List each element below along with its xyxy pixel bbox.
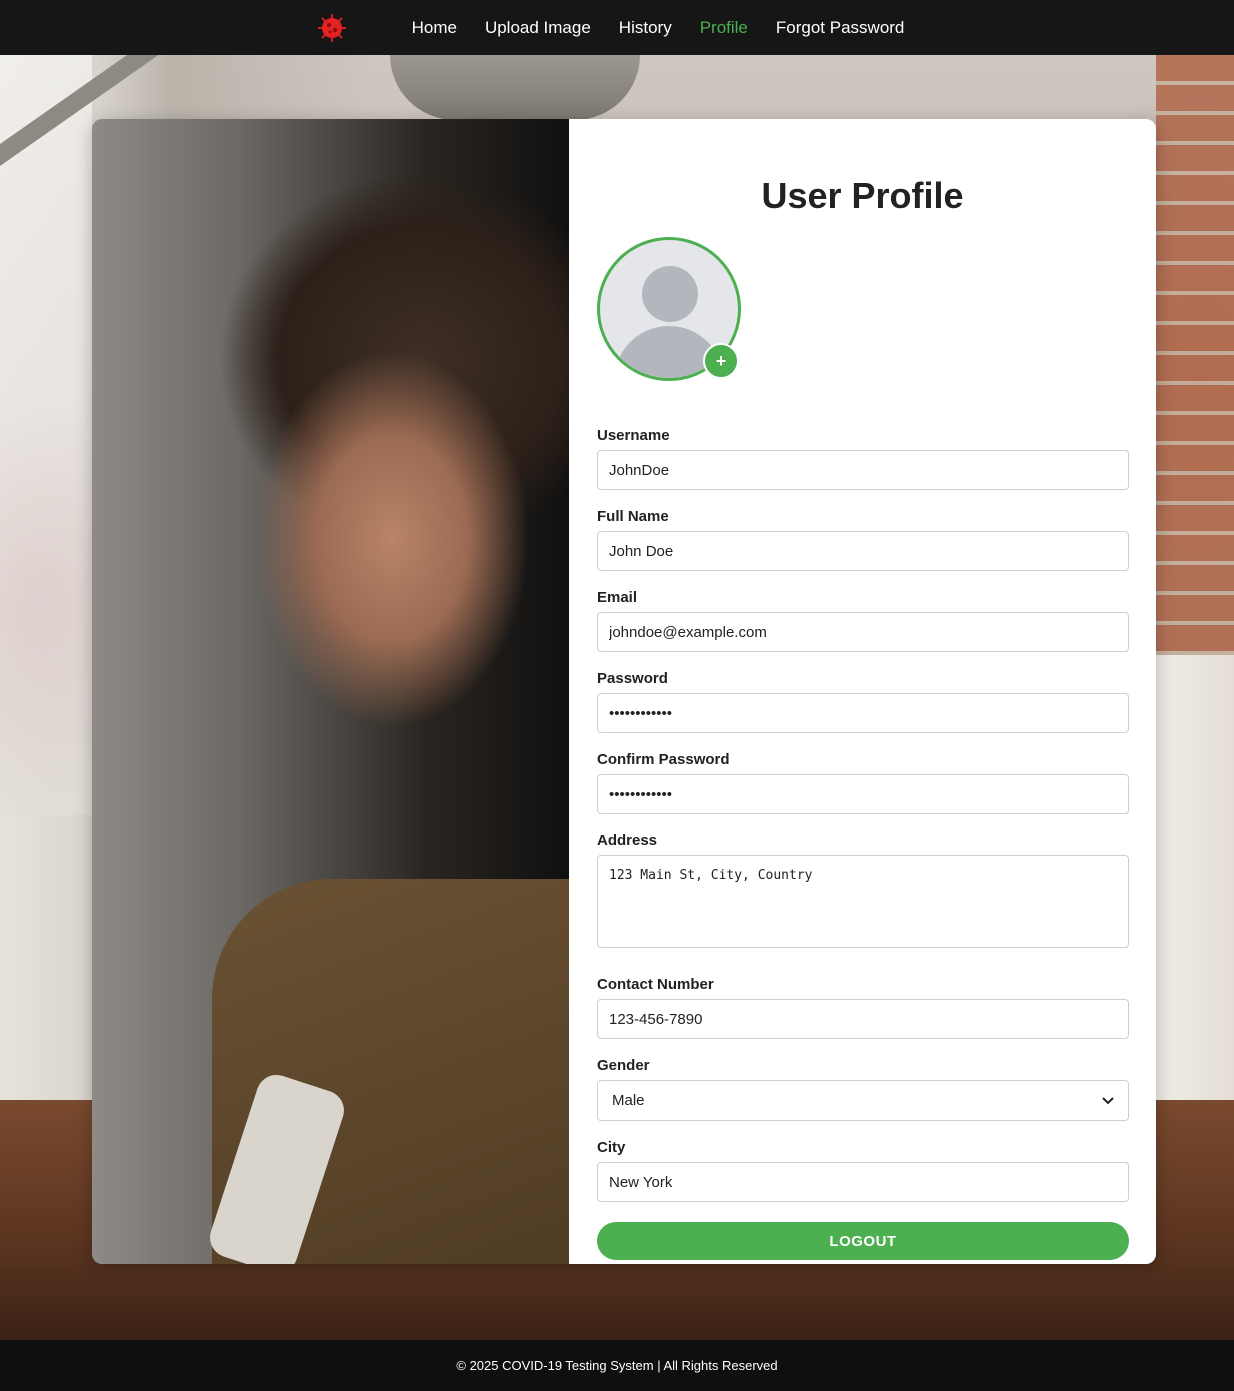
full-name-label: Full Name [597, 508, 669, 525]
footer-copyright: © 2025 COVID-19 Testing System | All Rig… [456, 1358, 778, 1373]
gender-select[interactable]: Male [597, 1080, 1129, 1121]
navbar-inner: Home Upload Image History Profile Forgot… [316, 12, 919, 44]
nav-links: Home Upload Image History Profile Forgot… [398, 18, 919, 38]
field-username: Username [597, 427, 1129, 490]
background-box [1156, 655, 1234, 1100]
logout-button[interactable]: LOGOUT [597, 1222, 1129, 1260]
footer: © 2025 COVID-19 Testing System | All Rig… [0, 1340, 1234, 1391]
nav-link-profile[interactable]: Profile [700, 18, 748, 38]
nav-link-home[interactable]: Home [412, 18, 457, 38]
field-city: City [597, 1139, 1129, 1202]
background-brick-wall [1156, 55, 1234, 655]
virus-icon[interactable] [316, 12, 348, 44]
plus-icon[interactable]: + [703, 343, 739, 379]
contact-number-label: Contact Number [597, 976, 714, 993]
gender-label: Gender [597, 1057, 650, 1074]
page-title: User Profile [761, 175, 964, 216]
background-lamp [390, 55, 640, 120]
field-address: Address 123 Main St, City, Country [597, 832, 1129, 953]
email-label: Email [597, 589, 638, 606]
profile-card: User Profile + Username Full Name Email … [92, 119, 1156, 1264]
field-password: Password [597, 670, 1129, 733]
confirm-password-input[interactable] [597, 774, 1129, 814]
username-input[interactable] [597, 450, 1129, 490]
nav-link-upload-image[interactable]: Upload Image [485, 18, 591, 38]
field-email: Email [597, 589, 1129, 652]
field-gender: Gender Male [597, 1057, 1129, 1121]
password-input[interactable] [597, 693, 1129, 733]
field-full-name: Full Name [597, 508, 1129, 571]
confirm-password-label: Confirm Password [597, 751, 730, 768]
field-confirm-password: Confirm Password [597, 751, 1129, 814]
contact-number-input[interactable] [597, 999, 1129, 1039]
email-input[interactable] [597, 612, 1129, 652]
nav-link-history[interactable]: History [619, 18, 672, 38]
avatar-container: + [597, 237, 741, 381]
username-label: Username [597, 427, 670, 444]
field-contact-number: Contact Number [597, 976, 1129, 1039]
full-name-input[interactable] [597, 531, 1129, 571]
address-textarea[interactable]: 123 Main St, City, Country [597, 855, 1129, 948]
top-navbar: Home Upload Image History Profile Forgot… [0, 0, 1234, 55]
nav-link-forgot-password[interactable]: Forgot Password [776, 18, 905, 38]
profile-form-panel: User Profile + Username Full Name Email … [569, 119, 1156, 1264]
address-label: Address [597, 832, 658, 849]
avatar-placeholder-head [642, 266, 698, 322]
city-input[interactable] [597, 1162, 1129, 1202]
chevron-down-icon [1102, 1094, 1114, 1108]
city-label: City [597, 1139, 626, 1156]
background-window [0, 55, 92, 815]
password-label: Password [597, 670, 668, 687]
gender-selected-value: Male [612, 1092, 645, 1109]
profile-side-photo [92, 119, 569, 1264]
